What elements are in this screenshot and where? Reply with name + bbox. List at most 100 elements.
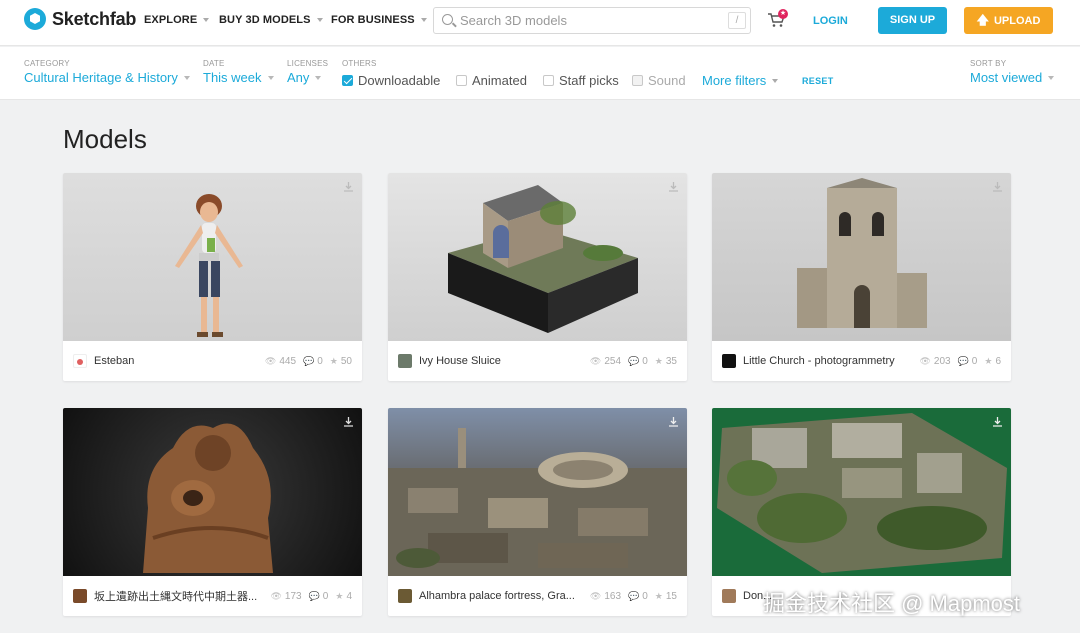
login-link[interactable]: LOGIN [813,15,848,27]
checkbox-sound-label: Sound [648,73,686,88]
model-card[interactable]: Ivy House Sluice 👁 254 💬 0 ★ 35 [388,173,687,381]
pottery-preview-image [143,423,273,573]
nav-explore[interactable]: EXPLORE [144,14,210,26]
eye-icon: 👁 [270,590,282,601]
eye-icon: 👁 [589,590,602,601]
avatar[interactable] [398,354,412,368]
comment-count: 💬 0 [303,356,323,367]
nav-explore-label: EXPLORE [144,14,198,26]
model-thumbnail[interactable] [388,173,687,341]
nav-for-business[interactable]: FOR BUSINESS [331,14,427,26]
model-name[interactable]: Ivy House Sluice [419,355,583,367]
sort-by-value: Most viewed [970,70,1043,85]
avatar[interactable] [722,589,736,603]
download-icon[interactable] [992,416,1003,427]
sketchfab-logo[interactable]: Sketchfab [24,8,136,30]
checkbox-animated[interactable]: Animated [456,73,527,88]
search-box: / [433,7,751,34]
comment-icon: 💬 [628,590,640,601]
avatar[interactable] [722,354,736,368]
download-icon[interactable] [668,181,679,192]
top-header: Sketchfab EXPLORE BUY 3D MODELS FOR BUSI… [0,0,1080,46]
brand-name: Sketchfab [52,8,137,29]
download-icon[interactable] [343,416,354,427]
like-count: ★ 15 [655,591,677,602]
sign-up-button[interactable]: SIGN UP [878,7,947,34]
model-name[interactable]: Esteban [94,355,258,367]
checkbox-icon [632,75,643,86]
chevron-down-icon [267,75,274,80]
view-count: 👁 254 [590,356,621,367]
star-icon: ★ [329,355,338,366]
model-thumbnail[interactable] [63,173,362,341]
like-count-value: 15 [665,590,677,602]
model-card-footer: Alhambra palace fortress, Gra... 👁 163 💬 0… [388,576,687,616]
download-icon[interactable] [343,181,354,192]
more-filters-dropdown[interactable]: More filters [702,73,779,88]
checkbox-staff-picks[interactable]: Staff picks [543,73,619,88]
checkbox-animated-label: Animated [472,73,527,88]
filter-category-label: CATEGORY [24,59,70,68]
avatar[interactable] [73,589,87,603]
model-stats: 👁 254 💬 0 ★ 35 [583,356,677,367]
view-count: 👁 445 [265,356,296,367]
filter-date-value: This week [203,70,262,85]
eye-icon: 👁 [919,355,931,366]
comment-icon: 💬 [957,355,969,366]
download-icon[interactable] [668,416,679,427]
model-card[interactable]: Little Church - photogrammetry 👁 203 💬 0 ★… [712,173,1011,381]
model-card[interactable]: 坂上遺跡出土縄文時代中期土器... 👁 173 💬 0 ★ 4 [63,408,362,616]
like-count: ★ 4 [335,591,352,602]
model-stats: 👁 173 💬 0 ★ 4 [263,591,352,602]
model-card-footer: Esteban 👁 445 💬 0 ★ 50 [63,341,362,381]
comment-icon: 💬 [308,590,320,601]
filter-others-label: OTHERS [342,59,377,68]
model-card[interactable]: Esteban 👁 445 💬 0 ★ 50 [63,173,362,381]
city-preview-image [388,428,687,576]
download-icon[interactable] [992,181,1003,192]
comment-count-value: 0 [971,355,978,367]
like-count: ★ 35 [655,356,677,367]
model-name[interactable]: 坂上遺跡出土縄文時代中期土器... [94,588,263,604]
filter-licenses[interactable]: LICENSES Any [287,59,328,85]
model-stats: 👁 203 💬 0 ★ 6 [912,356,1001,367]
checkbox-sound[interactable]: Sound [632,73,686,88]
model-name[interactable]: Alhambra palace fortress, Gra... [419,590,583,602]
sort-by[interactable]: SORT BY Most viewed [970,59,1055,85]
checkbox-downloadable[interactable]: Downloadable [342,73,440,88]
filter-others: OTHERS [342,59,377,68]
like-count: ★ 6 [984,356,1001,367]
filter-category[interactable]: CATEGORY Cultural Heritage & History [24,59,190,85]
filter-bar: CATEGORY Cultural Heritage & History DAT… [0,47,1080,100]
character-preview-image [175,194,243,337]
model-card-footer: Ivy House Sluice 👁 254 💬 0 ★ 35 [388,341,687,381]
view-count-value: 445 [279,355,297,367]
view-count-value: 173 [284,590,302,602]
eye-icon: 👁 [264,355,277,366]
nav-buy-label: BUY 3D MODELS [219,14,311,26]
chevron-down-icon [316,18,323,22]
eye-icon: 👁 [589,355,602,366]
avatar[interactable] [398,589,412,603]
nav-buy-3d-models[interactable]: BUY 3D MODELS [219,14,323,26]
checkbox-icon [543,75,554,86]
model-name[interactable]: Little Church - photogrammetry [743,355,912,367]
filter-date[interactable]: DATE This week [203,59,274,85]
model-thumbnail[interactable] [388,408,687,576]
chevron-down-icon [183,75,190,80]
watermark: 掘金技术社区 @ Mapmost [763,591,1021,616]
star-icon: ★ [335,590,344,601]
filter-licenses-value: Any [287,70,310,85]
reset-filters-link[interactable]: RESET [802,76,834,86]
like-count-value: 6 [995,355,1001,367]
comment-count: 💬 0 [628,591,648,602]
comment-count-value: 0 [642,590,648,602]
model-thumbnail[interactable] [712,173,1011,341]
model-thumbnail[interactable] [63,408,362,576]
view-count-value: 163 [604,590,622,602]
model-card[interactable]: Alhambra palace fortress, Gra... 👁 163 💬 0… [388,408,687,616]
search-input[interactable] [460,8,720,33]
model-thumbnail[interactable] [712,408,1011,576]
upload-button[interactable]: 🡅 UPLOAD [964,7,1053,34]
avatar[interactable] [73,354,87,368]
